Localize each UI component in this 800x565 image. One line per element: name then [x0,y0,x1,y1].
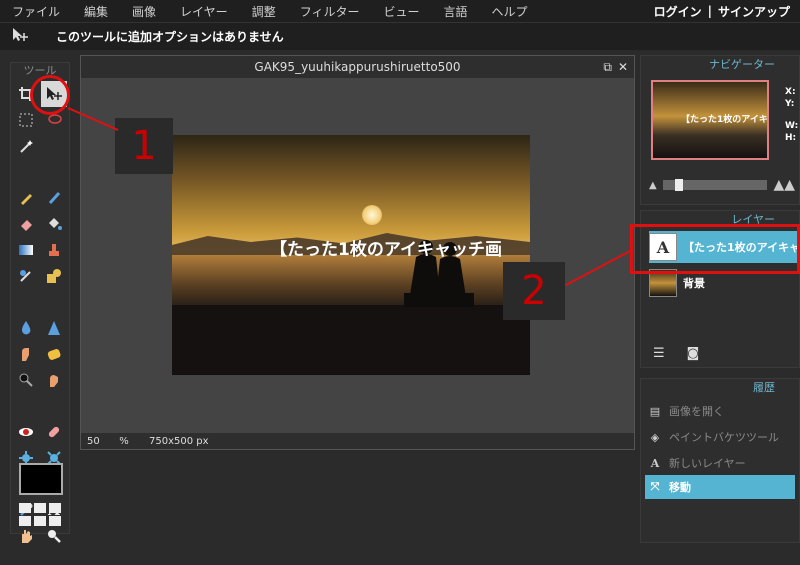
y-label: Y: [785,99,795,109]
options-message: このツールに追加オプションはありません [56,30,284,44]
image-caption: 【たった1枚のアイキャッチ画 [270,240,502,260]
shape-icon[interactable] [41,263,67,289]
paint-bucket-icon: ◈ [650,430,660,444]
tools-panel: ツール A [10,62,70,543]
h-label: H: [785,133,797,143]
history-item-selected[interactable]: ⤧ 移動 [645,475,795,499]
dodge-icon[interactable] [13,367,39,393]
text-icon: A [650,456,660,470]
canvas-image[interactable]: 【たった1枚のアイキャッチ画 [172,135,530,375]
menu-image[interactable]: 画像 [120,3,168,20]
magic-wand-icon[interactable] [13,133,39,159]
auth-separator: | [707,4,712,18]
highlight-circle [30,75,70,115]
signup-link[interactable]: サインアップ [718,3,790,20]
grid-icon[interactable] [19,503,63,529]
x-label: X: [785,87,796,97]
marquee-tool-icon[interactable] [13,107,39,133]
brush-icon[interactable] [41,185,67,211]
document-title: GAK95_yuuhikappurushiruetto500 [254,60,461,74]
open-image-icon: ▤ [649,404,661,418]
history-item[interactable]: ◈ ペイントバケツツール [645,425,795,449]
menu-file[interactable]: ファイル [0,3,72,20]
history-label: ペイントバケツツール [669,431,779,444]
document-titlebar: GAK95_yuuhikappurushiruetto500 ⧉ ✕ [81,56,634,78]
stamp-icon[interactable] [41,237,67,263]
move-tool-icon [0,27,40,46]
menu-view[interactable]: ビュー [371,3,431,20]
smudge-icon[interactable] [13,341,39,367]
history-item[interactable]: A 新しいレイヤー [645,451,795,475]
zoom-slider-knob[interactable] [674,179,683,191]
w-label: W: [785,121,799,131]
image-dimensions: 750x500 px [149,435,209,447]
eraser-icon[interactable] [13,211,39,237]
history-label: 画像を開く [669,405,724,418]
sea-layer [172,255,530,305]
sharpen-icon[interactable] [41,315,67,341]
annotation-1: 1 [115,118,173,174]
layer-buttons: ☰ ◙ [653,346,699,361]
layer-mask-icon[interactable]: ◙ [687,346,700,361]
navigator-panel: ナビゲーター 【たった1枚のアイキャ X: Y: W: H: ▲ ▲▲ [640,55,800,205]
blur-icon[interactable] [13,315,39,341]
menu-bar: ファイル 編集 画像 レイヤー 調整 フィルター ビュー 言語 ヘルプ ログイン… [0,0,800,22]
zoom-out-icon[interactable]: ▲ [649,180,657,191]
spot-heal-icon[interactable] [41,419,67,445]
auth-links: ログイン | サインアップ [654,0,790,22]
paint-bucket-icon[interactable] [41,211,67,237]
navigator-thumbnail[interactable]: 【たった1枚のアイキャ [651,80,769,160]
sponge-icon[interactable] [41,341,67,367]
menu-language[interactable]: 言語 [431,3,479,20]
options-bar: このツールに追加オプションはありません [0,22,800,50]
pencil-icon[interactable] [13,185,39,211]
color-swatch[interactable] [19,463,63,495]
navigator-title: ナビゲーター [709,58,775,71]
close-icon[interactable]: ✕ [618,60,628,74]
zoom-slider[interactable] [662,179,768,191]
zoom-value[interactable]: 50 [81,436,109,447]
history-label: 移動 [669,481,691,494]
document-statusbar: 50 % 750x500 px [81,433,634,449]
menu-layer[interactable]: レイヤー [168,3,240,20]
history-item[interactable]: ▤ 画像を開く [645,399,795,423]
login-link[interactable]: ログイン [654,3,702,20]
gradient-icon[interactable] [13,237,39,263]
document-window: GAK95_yuuhikappurushiruetto500 ⧉ ✕ 【たった1枚… [80,55,635,450]
highlight-rect [630,224,800,274]
zoom-in-icon[interactable]: ▲▲ [773,177,795,193]
burn-icon[interactable] [41,367,67,393]
ground-layer [172,305,530,375]
menu-edit[interactable]: 編集 [72,3,120,20]
annotation-2: 2 [503,262,565,320]
restore-icon[interactable]: ⧉ [603,60,612,74]
menu-help[interactable]: ヘルプ [480,3,540,20]
navigator-thumb-caption: 【たった1枚のアイキャ [681,115,769,125]
menu-filter[interactable]: フィルター [288,3,372,20]
navigator-coords: X: Y: W: H: [785,86,798,144]
move-icon: ⤧ [650,480,660,493]
history-panel: 履歴 ▤ 画像を開く ◈ ペイントバケツツール A 新しいレイヤー ⤧ 移動 [640,378,800,543]
red-eye-icon[interactable] [13,419,39,445]
history-title: 履歴 [753,381,775,394]
menu-adjust[interactable]: 調整 [240,3,288,20]
sun [362,205,382,225]
layer-name: 背景 [683,277,705,290]
navigator-zoom-row: ▲ ▲▲ [649,177,795,193]
color-replace-icon[interactable] [13,263,39,289]
layer-settings-icon[interactable]: ☰ [653,346,665,361]
history-label: 新しいレイヤー [669,457,746,470]
zoom-unit: % [119,435,129,447]
empty-tool-slot [41,133,67,159]
